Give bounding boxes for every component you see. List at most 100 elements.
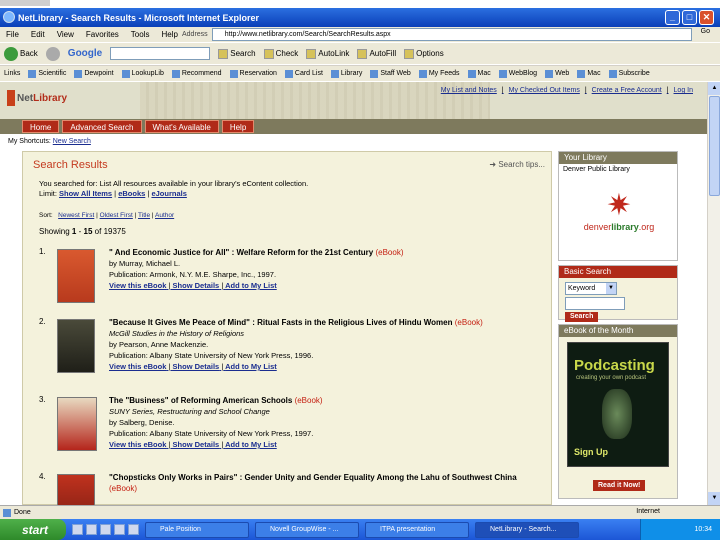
book-cover[interactable] <box>57 397 97 451</box>
item-number: 2. <box>39 317 46 326</box>
taskbar-item[interactable]: ITPA presentation <box>365 521 469 538</box>
my-list-link[interactable]: My List and Notes <box>441 87 497 94</box>
link-item[interactable]: Dewpoint <box>74 69 114 78</box>
sort-oldest-link[interactable]: Oldest First <box>100 212 133 219</box>
vertical-scrollbar[interactable]: ▲ ▼ <box>707 82 720 505</box>
checked-out-link[interactable]: My Checked Out Items <box>509 87 580 94</box>
toolbar-autofill-label: AutoFill <box>369 49 397 58</box>
add-to-list-link[interactable]: Add to My List <box>225 362 277 371</box>
taskbar-item[interactable]: Novell GroupWise - ... <box>255 521 359 538</box>
link-item[interactable]: Reservation <box>229 69 277 78</box>
tab-advanced-search[interactable]: Advanced Search <box>62 120 142 133</box>
link-label: Subscribe <box>618 70 650 77</box>
book-cover[interactable] <box>57 249 95 303</box>
add-to-list-link[interactable]: Add to My List <box>225 440 277 449</box>
scroll-thumb[interactable] <box>709 96 720 196</box>
toolbar-autofill-button[interactable]: AutoFill <box>357 48 397 59</box>
scroll-down-icon[interactable]: ▼ <box>708 492 720 505</box>
quicklaunch-icon[interactable] <box>114 524 125 535</box>
sort-row: Sort: Newest First | Oldest First | Titl… <box>39 212 175 219</box>
add-to-list-link[interactable]: Add to My List <box>225 281 277 290</box>
quicklaunch-icon[interactable] <box>86 524 97 535</box>
back-button[interactable]: Back <box>4 46 38 61</box>
sort-title-link[interactable]: Title <box>138 212 150 219</box>
tab-whats-available[interactable]: What's Available <box>144 120 219 133</box>
ebooks-link[interactable]: eBooks <box>118 189 145 198</box>
sort-newest-link[interactable]: Newest First <box>58 212 94 219</box>
toolbar-autolink-button[interactable]: AutoLink <box>306 48 349 59</box>
tab-help[interactable]: Help <box>221 120 255 133</box>
show-details-link[interactable]: Show Details <box>173 281 220 290</box>
sort-author-link[interactable]: Author <box>155 212 174 219</box>
minimize-button[interactable]: _ <box>665 10 680 25</box>
view-ebook-link[interactable]: View this eBook <box>109 440 166 449</box>
quick-launch <box>72 524 139 535</box>
link-item[interactable]: Mac <box>577 69 601 78</box>
create-account-link[interactable]: Create a Free Account <box>592 87 662 94</box>
quicklaunch-icon[interactable] <box>72 524 83 535</box>
search-type-select[interactable]: Keyword ▼ <box>565 282 617 295</box>
show-details-link[interactable]: Show Details <box>173 362 220 371</box>
item-title[interactable]: The "Business" of Reforming American Sch… <box>109 396 292 405</box>
ebook-of-month-box: eBook of the Month Podcasting creating y… <box>558 324 678 499</box>
basic-search-input[interactable] <box>565 297 625 310</box>
toolbar-options-button[interactable]: Options <box>404 48 444 59</box>
show-all-link[interactable]: Show All Items <box>59 189 112 198</box>
item-publication: Publication: Albany State University of … <box>109 351 314 360</box>
close-button[interactable]: ✕ <box>699 10 714 25</box>
link-item[interactable]: Mac <box>467 69 491 78</box>
link-item[interactable]: WebBlog <box>498 69 537 78</box>
start-button[interactable]: start <box>0 519 66 540</box>
search-tips-link[interactable]: ➜ Search tips... <box>489 160 545 169</box>
item-number: 1. <box>39 247 46 256</box>
item-title[interactable]: "Chopsticks Only Works in Pairs" : Gende… <box>109 473 517 482</box>
link-item[interactable]: Staff Web <box>370 69 411 78</box>
scroll-up-icon[interactable]: ▲ <box>708 82 720 95</box>
quicklaunch-icon[interactable] <box>100 524 111 535</box>
maximize-button[interactable]: □ <box>682 10 697 25</box>
book-cover[interactable] <box>57 319 95 373</box>
forward-arrow-icon[interactable] <box>45 46 60 61</box>
book-cover[interactable] <box>57 474 95 505</box>
denver-library-logo[interactable]: ✷ denverlibrary.org <box>563 190 675 233</box>
go-button[interactable]: Go <box>701 28 710 35</box>
netlibrary-logo[interactable]: NetLibrary <box>7 90 67 106</box>
address-input[interactable]: http://www.netlibrary.com/Search/SearchR… <box>211 28 692 41</box>
login-link[interactable]: Log In <box>674 87 693 94</box>
cover-signup-text: Sign Up <box>574 447 608 457</box>
link-item[interactable]: Subscribe <box>608 69 650 78</box>
link-item[interactable]: Scientific <box>28 69 66 78</box>
toolbar-check-button[interactable]: Check <box>263 48 298 59</box>
menu-file[interactable]: File <box>6 30 19 39</box>
link-item[interactable]: Web <box>545 69 569 78</box>
link-item[interactable]: Library <box>330 69 362 78</box>
check-icon <box>263 48 274 59</box>
toolbar-search-button[interactable]: Search <box>218 48 256 59</box>
item-title[interactable]: "Because It Gives Me Peace of Mind" : Ri… <box>109 318 453 327</box>
link-item[interactable]: LookupLib <box>121 69 164 78</box>
showing-total: 19375 <box>103 227 126 236</box>
menu-tools[interactable]: Tools <box>131 30 150 39</box>
read-it-now-button[interactable]: Read it Now! <box>593 480 646 491</box>
show-details-link[interactable]: Show Details <box>173 440 220 449</box>
google-search-input[interactable] <box>110 47 211 60</box>
right-sidebar: Your Library Denver Public Library ✷ den… <box>558 151 678 503</box>
basic-search-button[interactable]: Search <box>565 312 599 322</box>
ebook-of-month-cover[interactable]: Podcasting creating your own podcast Sig… <box>567 342 669 467</box>
view-ebook-link[interactable]: View this eBook <box>109 362 166 371</box>
menu-view[interactable]: View <box>57 30 74 39</box>
taskbar-item[interactable]: NetLibrary - Search... <box>475 521 579 538</box>
menu-help[interactable]: Help <box>161 30 177 39</box>
taskbar-item[interactable]: Pale Position <box>145 521 249 538</box>
view-ebook-link[interactable]: View this eBook <box>109 281 166 290</box>
menu-edit[interactable]: Edit <box>31 30 45 39</box>
link-item[interactable]: Recommend <box>171 69 222 78</box>
new-search-link[interactable]: New Search <box>53 138 91 145</box>
quicklaunch-icon[interactable] <box>128 524 139 535</box>
link-item[interactable]: Card List <box>284 69 323 78</box>
tab-home[interactable]: Home <box>22 120 60 133</box>
menu-favorites[interactable]: Favorites <box>86 30 119 39</box>
link-item[interactable]: My Feeds <box>418 69 460 78</box>
ejournals-link[interactable]: eJournals <box>151 189 186 198</box>
item-title[interactable]: " And Economic Justice for All" : Welfar… <box>109 248 373 257</box>
